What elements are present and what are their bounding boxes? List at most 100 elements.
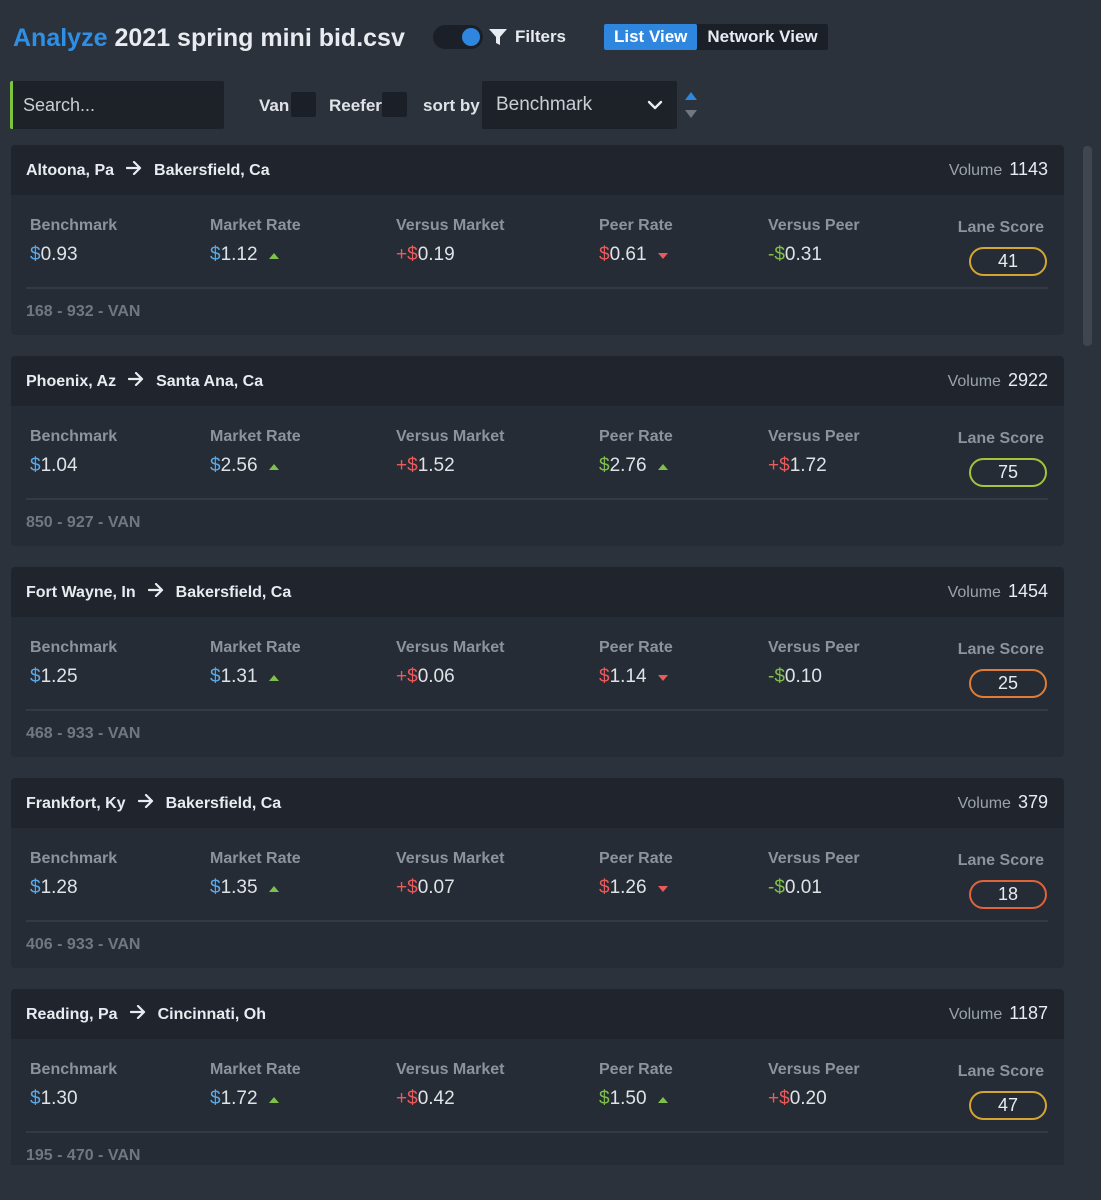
arrow-right-icon — [137, 793, 154, 813]
metric-label: Versus Market — [396, 217, 505, 234]
metric-label: Peer Rate — [599, 217, 673, 234]
lane-card[interactable]: Phoenix, Az Santa Ana, Ca Volume 2922 Benchm… — [11, 356, 1064, 546]
volume-label: Volume — [948, 1006, 1003, 1023]
currency-symbol: $ — [599, 455, 610, 476]
scrollbar-thumb[interactable] — [1083, 146, 1092, 346]
divider — [26, 498, 1048, 500]
lane-card[interactable]: Altoona, Pa Bakersfield, Ca Volume 1143 Benc… — [11, 145, 1064, 335]
van-checkbox[interactable] — [291, 92, 316, 117]
tab-list-view[interactable]: List View — [604, 24, 698, 50]
metric-market-rate: Market Rate $1.31 — [210, 639, 301, 688]
sort-direction-icon[interactable] — [684, 90, 698, 120]
metric-value: - $0.01 — [768, 877, 860, 899]
peer-rate-value: 1.14 — [609, 666, 647, 687]
search-box — [10, 81, 224, 129]
currency-symbol: $ — [30, 244, 41, 265]
lane-route: Phoenix, Az Santa Ana, Ca — [26, 371, 264, 391]
currency-symbol: $ — [210, 666, 221, 687]
volume-value: 1143 — [1009, 159, 1048, 179]
benchmark-value: 1.04 — [40, 455, 78, 476]
metric-label: Market Rate — [210, 1061, 301, 1078]
tab-network-view[interactable]: Network View — [697, 24, 827, 50]
origin-city: Phoenix, Az — [26, 372, 117, 390]
volume-value: 379 — [1017, 792, 1048, 812]
peer-rate-value: 1.26 — [609, 877, 647, 898]
currency-symbol: $ — [407, 244, 418, 265]
currency-symbol: $ — [599, 877, 610, 898]
sort-by-label: sort by — [423, 96, 480, 115]
arrow-right-icon — [147, 582, 164, 602]
file-name-title: 2021 spring mini bid.csv — [114, 23, 405, 52]
metric-label: Versus Market — [396, 428, 505, 445]
versus-market-value: 0.06 — [417, 666, 455, 687]
view-tabs: List View Network View — [604, 24, 828, 50]
lane-list: Altoona, Pa Bakersfield, Ca Volume 1143 Benc… — [11, 145, 1064, 1165]
currency-symbol: $ — [599, 1088, 610, 1109]
lane-card[interactable]: Reading, Pa Cincinnati, Oh Volume 1187 Bench… — [11, 989, 1064, 1165]
metric-value: + $0.07 — [396, 877, 505, 899]
currency-symbol: $ — [774, 666, 785, 687]
filters-label: Filters — [515, 27, 567, 46]
volume-value: 2922 — [1007, 370, 1048, 390]
trend-up-icon — [268, 244, 280, 266]
sign: + — [768, 455, 780, 476]
currency-symbol: $ — [30, 877, 41, 898]
volume-value: 1187 — [1009, 1003, 1048, 1023]
currency-symbol: $ — [779, 455, 790, 476]
metric-label: Versus Peer — [768, 639, 860, 656]
metric-versus-market: Versus Market + $0.19 — [396, 217, 505, 266]
destination-city: Santa Ana, Ca — [156, 372, 264, 390]
currency-symbol: $ — [407, 1088, 418, 1109]
metric-label: Versus Peer — [768, 428, 860, 445]
volume-value: 1454 — [1007, 581, 1048, 601]
lane-score-label: Lane Score — [957, 430, 1044, 447]
metric-versus-peer: Versus Peer - $0.01 — [768, 850, 860, 899]
sort-select[interactable]: Benchmark — [482, 81, 677, 129]
trend-down-icon — [657, 244, 669, 266]
metric-label: Market Rate — [210, 850, 301, 867]
trend-up-icon — [268, 455, 280, 477]
metric-label: Versus Peer — [768, 1061, 860, 1078]
metric-label: Benchmark — [30, 428, 118, 445]
lane-volume: Volume 379 — [958, 792, 1048, 813]
metric-value: $0.61 — [599, 244, 673, 266]
peer-rate-value: 2.76 — [609, 455, 647, 476]
metric-benchmark: Benchmark $1.28 — [30, 850, 117, 899]
lane-card[interactable]: Frankfort, Ky Bakersfield, Ca Volume 379 Ben… — [11, 778, 1064, 968]
filters-toggle[interactable] — [433, 25, 483, 49]
metric-value: $1.25 — [30, 666, 117, 688]
metric-label: Benchmark — [30, 850, 118, 867]
versus-market-value: 0.07 — [417, 877, 455, 898]
filters-button[interactable]: Filters — [487, 25, 566, 49]
divider — [26, 920, 1048, 922]
versus-peer-value: 0.10 — [784, 666, 822, 687]
reefer-checkbox[interactable] — [382, 92, 407, 117]
metric-value: $1.35 — [210, 877, 301, 899]
metric-label: Versus Peer — [768, 850, 860, 867]
metric-value: - $0.10 — [768, 666, 860, 688]
sort-value: Benchmark — [496, 94, 593, 115]
chevron-down-icon — [647, 100, 663, 110]
lane-card[interactable]: Fort Wayne, In Bakersfield, Ca Volume 1454 B… — [11, 567, 1064, 757]
lane-volume: Volume 1143 — [949, 159, 1048, 180]
metric-versus-peer: Versus Peer + $0.20 — [768, 1061, 860, 1110]
metric-value: + $1.52 — [396, 455, 505, 477]
metric-value: + $1.72 — [768, 455, 860, 477]
metric-value: $1.30 — [30, 1088, 117, 1110]
lane-score-badge: 18 — [969, 880, 1047, 909]
destination-city: Bakersfield, Ca — [154, 161, 270, 179]
destination-city: Cincinnati, Oh — [157, 1005, 267, 1023]
origin-city: Altoona, Pa — [26, 161, 115, 179]
metric-label: Versus Market — [396, 1061, 505, 1078]
metric-market-rate: Market Rate $1.35 — [210, 850, 301, 899]
versus-peer-value: 0.01 — [784, 877, 822, 898]
search-input[interactable] — [13, 81, 224, 129]
metric-value: $2.56 — [210, 455, 301, 477]
metric-value: $1.31 — [210, 666, 301, 688]
divider — [26, 287, 1048, 289]
metric-peer-rate: Peer Rate $1.26 — [599, 850, 673, 899]
versus-peer-value: 0.31 — [784, 244, 822, 265]
metric-value: $1.12 — [210, 244, 301, 266]
divider — [26, 709, 1048, 711]
lane-card-header: Reading, Pa Cincinnati, Oh Volume 1187 — [11, 989, 1064, 1039]
